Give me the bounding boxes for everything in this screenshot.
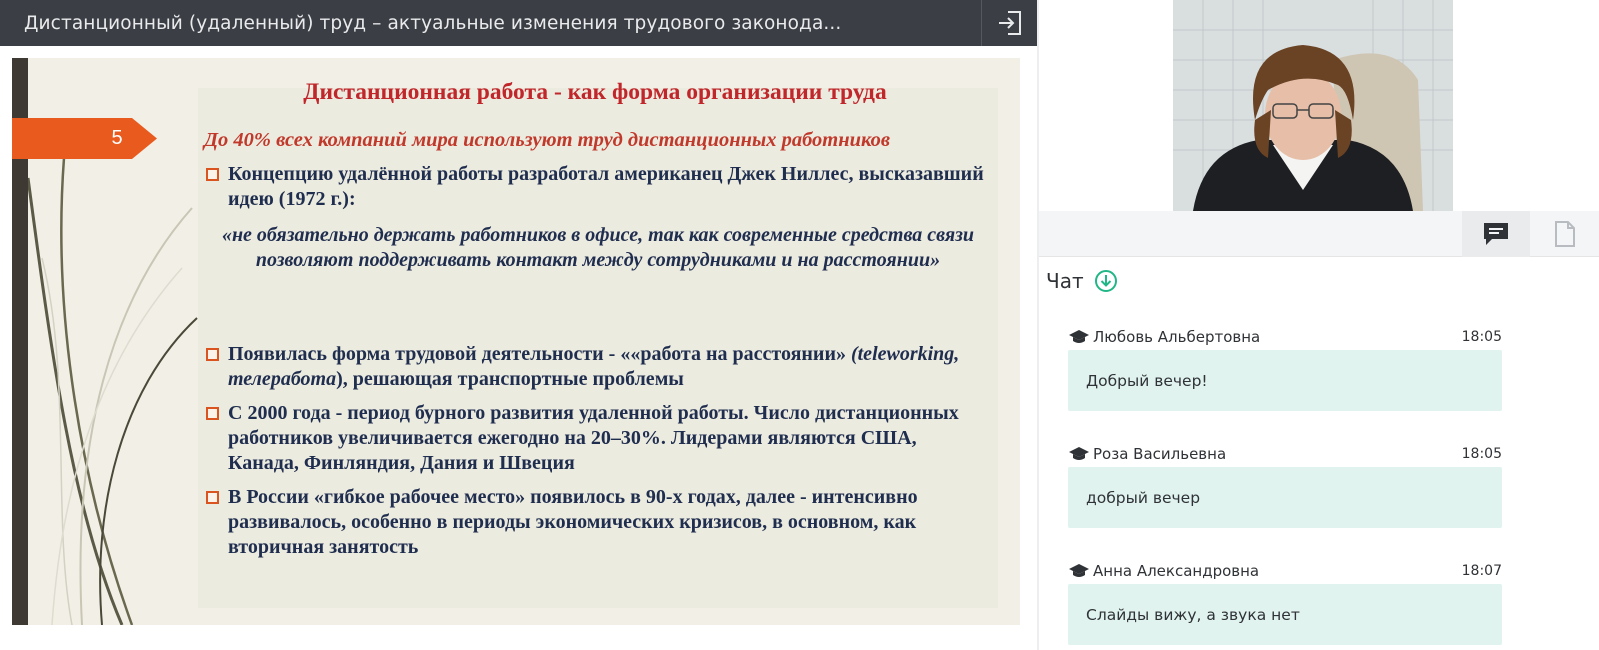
message-time: 18:05 [1461,329,1502,345]
slide-bullet: С 2000 года - период бурного развития уд… [206,401,986,476]
slide-title: Дистанционная работа - как форма организ… [303,79,887,105]
graduation-cap-icon [1069,447,1089,460]
message-author: Роза Васильевна [1093,445,1227,463]
bullet-marker-icon [206,407,219,420]
message-meta: Анна Александровна 18:07 [1068,560,1502,582]
message-author: Анна Александровна [1093,562,1260,580]
message-author: Любовь Альбертовна [1093,328,1261,346]
presentation-slide: 5 Дистанционная работа - как форма орган… [12,58,1020,625]
bullet-marker-icon [206,348,219,361]
bullet-marker-icon [206,168,219,181]
message-bubble: Добрый вечер! [1068,350,1502,411]
speaker-video-frame [1173,0,1453,211]
slide-quote: «не обязательно держать работников в офи… [221,224,975,271]
message-meta: Любовь Альбертовна 18:05 [1068,326,1502,348]
exit-button[interactable] [981,0,1037,46]
message-time: 18:07 [1461,563,1502,579]
column-divider [1037,0,1039,650]
chat-label: Чат [1046,269,1084,293]
tab-documents[interactable] [1531,211,1599,257]
document-icon [1555,221,1575,247]
top-bar: Дистанционный (удаленный) труд – актуаль… [0,0,1037,46]
webinar-app: Дистанционный (удаленный) труд – актуаль… [0,0,1599,650]
panel-tabs [1039,211,1599,257]
webinar-title: Дистанционный (удаленный) труд – актуаль… [24,12,842,34]
message-meta: Роза Васильевна 18:05 [1068,443,1502,465]
slide-subtitle: До 40% всех компаний мира используют тру… [204,129,891,151]
presentation-area: 5 Дистанционная работа - как форма орган… [0,46,1037,650]
bullet-marker-icon [206,491,219,504]
chat-message: Анна Александровна 18:07 Слайды вижу, а … [1068,560,1502,645]
slide-bullet: Концепцию удалённой работы разработал ам… [206,162,986,212]
speaker-video [1173,0,1453,211]
graduation-cap-icon [1069,330,1089,343]
chat-header: Чат [1046,266,1118,296]
exit-icon [998,11,1021,35]
slide-bullet: В России «гибкое рабочее место» появилос… [206,485,986,560]
chat-message: Роза Васильевна 18:05 добрый вечер [1068,443,1502,528]
graduation-cap-icon [1069,564,1089,577]
message-bubble: Слайды вижу, а звука нет [1068,584,1502,645]
slide-number: 5 [111,127,123,149]
chat-message: Любовь Альбертовна 18:05 Добрый вечер! [1068,326,1502,411]
message-time: 18:05 [1461,446,1502,462]
tab-chat[interactable] [1462,211,1530,257]
message-bubble: добрый вечер [1068,467,1502,528]
slide-bullet: Появилась форма трудовой деятельности - … [206,342,986,392]
chat-icon [1484,223,1508,245]
scroll-down-icon[interactable] [1094,269,1118,293]
